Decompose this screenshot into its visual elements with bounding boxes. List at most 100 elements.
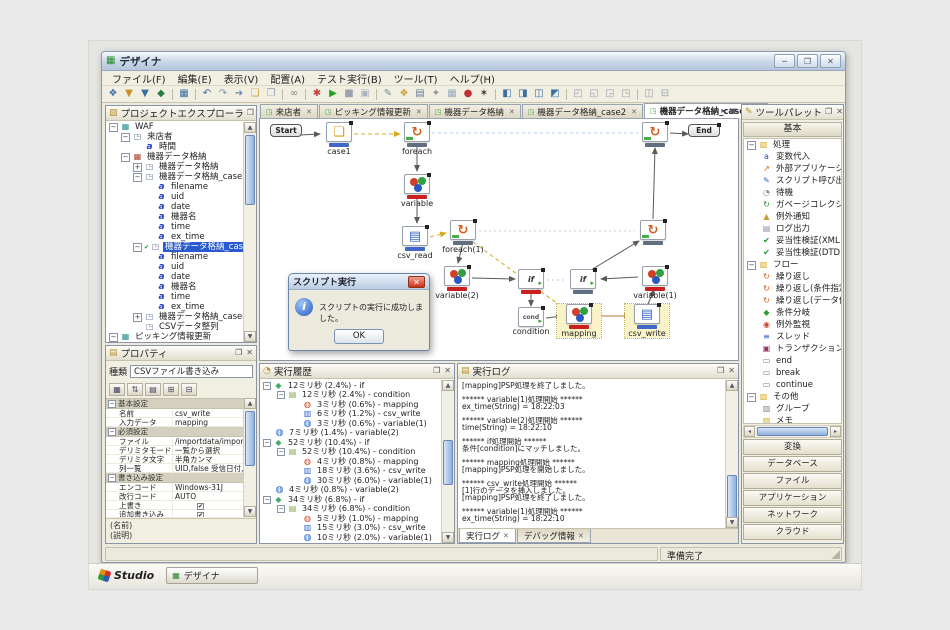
collapse-icon[interactable]: − — [109, 123, 118, 132]
tab-close-icon[interactable]: ✕ — [416, 108, 422, 116]
tree-item[interactable]: −✔◳機器データ格納_case3 — [106, 242, 243, 252]
float-panel-icon[interactable]: ❐ — [717, 367, 724, 375]
property-tool-icon-3[interactable]: ⊞ — [163, 383, 179, 396]
link-icon[interactable]: ∞ — [286, 86, 302, 102]
palette-item[interactable]: ↻ガベージコレクション — [744, 199, 841, 211]
scroll-thumb[interactable] — [727, 475, 737, 520]
node-foreach_2[interactable]: ↻ — [631, 220, 675, 245]
tree-item[interactable]: afilename — [106, 182, 243, 192]
property-tool-icon-2[interactable]: ▤ — [145, 383, 161, 396]
tree-item[interactable]: ▥6ミリ秒 (1.2%) - csv_write — [260, 410, 441, 420]
debug-icon[interactable]: ✱ — [309, 86, 325, 102]
tree-item[interactable]: auid — [106, 262, 243, 272]
save-as-icon[interactable]: ▼ — [137, 86, 153, 102]
palette-item[interactable]: ↻繰り返し(データ件数) — [744, 295, 841, 307]
collapse-icon[interactable]: − — [121, 133, 130, 142]
same-height-icon[interactable]: ⊟ — [657, 86, 673, 102]
node-mapping[interactable]: mapping — [557, 304, 601, 338]
align-top-icon[interactable]: ◱ — [586, 86, 602, 102]
cut-icon[interactable]: ➜ — [231, 86, 247, 102]
collapse-icon[interactable]: − — [277, 391, 285, 399]
same-width-icon[interactable]: ◫ — [641, 86, 657, 102]
tree-item[interactable]: aex_time — [106, 232, 243, 242]
stop-icon[interactable]: ■ — [341, 86, 357, 102]
tree-item[interactable]: −▤34ミリ秒 (6.8%) - condition — [260, 505, 441, 515]
editor-tab[interactable]: ◳来店者✕ — [260, 104, 318, 118]
restore-button[interactable]: ❐ — [797, 54, 818, 68]
close-panel-icon[interactable]: ✕ — [444, 367, 451, 375]
scroll-down-icon[interactable]: ▼ — [442, 532, 454, 543]
palette-item[interactable]: ↗外部アプリケーション起動 — [744, 163, 841, 175]
editor-tab[interactable]: ◳機器データ格納✕ — [429, 104, 521, 118]
collapse-icon[interactable]: − — [747, 393, 756, 402]
palette-category-button[interactable]: ネットワーク — [743, 507, 842, 523]
palette-item[interactable]: a変数代入 — [744, 151, 841, 163]
tree-item[interactable]: adate — [106, 202, 243, 212]
menu-item[interactable]: ファイル(F) — [106, 71, 172, 86]
menu-item[interactable]: ヘルプ(H) — [444, 71, 501, 86]
copy-icon[interactable]: ❏ — [247, 86, 263, 102]
scroll-right-icon[interactable]: ▸ — [830, 426, 841, 437]
collapse-icon[interactable]: − — [263, 496, 271, 504]
scroll-down-icon[interactable]: ▼ — [244, 506, 256, 517]
menu-item[interactable]: 表示(V) — [218, 71, 265, 86]
tree-item[interactable]: −◳来店者 — [106, 132, 243, 142]
tree-item[interactable]: ◳CSVデータ整列 — [106, 322, 243, 332]
ok-button[interactable]: OK — [334, 329, 384, 344]
property-tool-icon-0[interactable]: ▦ — [109, 383, 125, 396]
align-bottom-icon[interactable]: ◳ — [618, 86, 634, 102]
node-csv_write[interactable]: ▤csv_write — [625, 304, 669, 338]
tree-item[interactable]: a機器名 — [106, 212, 243, 222]
tab-close-icon[interactable]: ✕ — [509, 108, 515, 116]
node-if_2[interactable]: if▸ — [561, 269, 605, 294]
align-left-icon[interactable]: ◰ — [570, 86, 586, 102]
tree-item[interactable]: −▦ピッキング情報更新 — [106, 332, 243, 342]
node-csv_read[interactable]: ▤csv_read — [393, 226, 437, 260]
node-foreach_3[interactable]: ↻ — [633, 122, 677, 147]
tree-item[interactable]: ◍10ミリ秒 (2.0%) - variable(1) — [260, 533, 441, 543]
open-icon[interactable]: ▼ — [121, 86, 137, 102]
palette-item[interactable]: ◆条件分岐 — [744, 307, 841, 319]
collapse-icon[interactable]: − — [263, 439, 271, 447]
explorer-scrollbar[interactable]: ▲ ▼ — [243, 122, 256, 342]
tree-item[interactable]: −▦機器データ格納 — [106, 152, 243, 162]
pause-icon[interactable]: ▣ — [357, 86, 373, 102]
palette-item[interactable]: ✔妥当性検証(XML Schema) — [744, 235, 841, 247]
node-foreach_1[interactable]: ↻foreach(1) — [441, 220, 485, 254]
log-icon[interactable]: ▤ — [412, 86, 428, 102]
tree-item[interactable]: aex_time — [106, 302, 243, 312]
menu-item[interactable]: テスト実行(B) — [311, 71, 388, 86]
palette-category-basic[interactable]: 基本 — [743, 122, 842, 137]
tree-item[interactable]: +◳機器データ格納_case4 — [106, 312, 243, 322]
resize-grip[interactable] — [831, 550, 840, 559]
save-icon[interactable]: ▦ — [176, 86, 192, 102]
tree-item[interactable]: atime — [106, 222, 243, 232]
palette-group[interactable]: −▨フロー — [744, 259, 841, 271]
close-panel-icon[interactable]: ✕ — [836, 108, 843, 116]
palette-item[interactable]: ▧グループ — [744, 403, 841, 415]
collapse-icon[interactable]: − — [133, 243, 142, 252]
properties-scrollbar[interactable]: ▲ ▼ — [243, 398, 256, 517]
float-panel-icon[interactable]: ❐ — [235, 349, 242, 357]
checkbox[interactable]: ✔ — [197, 512, 204, 518]
redo-icon[interactable]: ↷ — [215, 86, 231, 102]
collapse-icon[interactable]: − — [109, 333, 118, 342]
palette-item[interactable]: ▭continue — [744, 379, 841, 391]
palette-group[interactable]: −▨その他 — [744, 391, 841, 403]
scroll-thumb[interactable] — [245, 135, 255, 205]
scroll-up-icon[interactable]: ▲ — [442, 380, 454, 391]
node-variable_1[interactable]: variable(1) — [633, 266, 677, 300]
tree-item[interactable]: −▤52ミリ秒 (10.4%) - condition — [260, 448, 441, 458]
record-icon[interactable]: ● — [460, 86, 476, 102]
collapse-icon[interactable]: − — [108, 400, 116, 408]
tree-item[interactable]: atime — [106, 292, 243, 302]
tree-item[interactable]: ▥15ミリ秒 (3.0%) - csv_write — [260, 524, 441, 534]
kind-value-field[interactable]: CSVファイル書き込み — [130, 365, 253, 378]
collapse-icon[interactable]: − — [108, 474, 116, 482]
dialog-title-bar[interactable]: スクリプト実行 ✕ — [289, 274, 429, 290]
scroll-thumb[interactable] — [245, 411, 255, 466]
property-row[interactable]: 追加書き込み✔ — [106, 510, 243, 517]
tree-item[interactable]: ◍7ミリ秒 (1.4%) - variable(2) — [260, 429, 441, 439]
tab-close-icon[interactable]: ✕ — [503, 532, 509, 540]
editor-tab[interactable]: ◳機器データ格納_case2✕ — [522, 104, 643, 118]
